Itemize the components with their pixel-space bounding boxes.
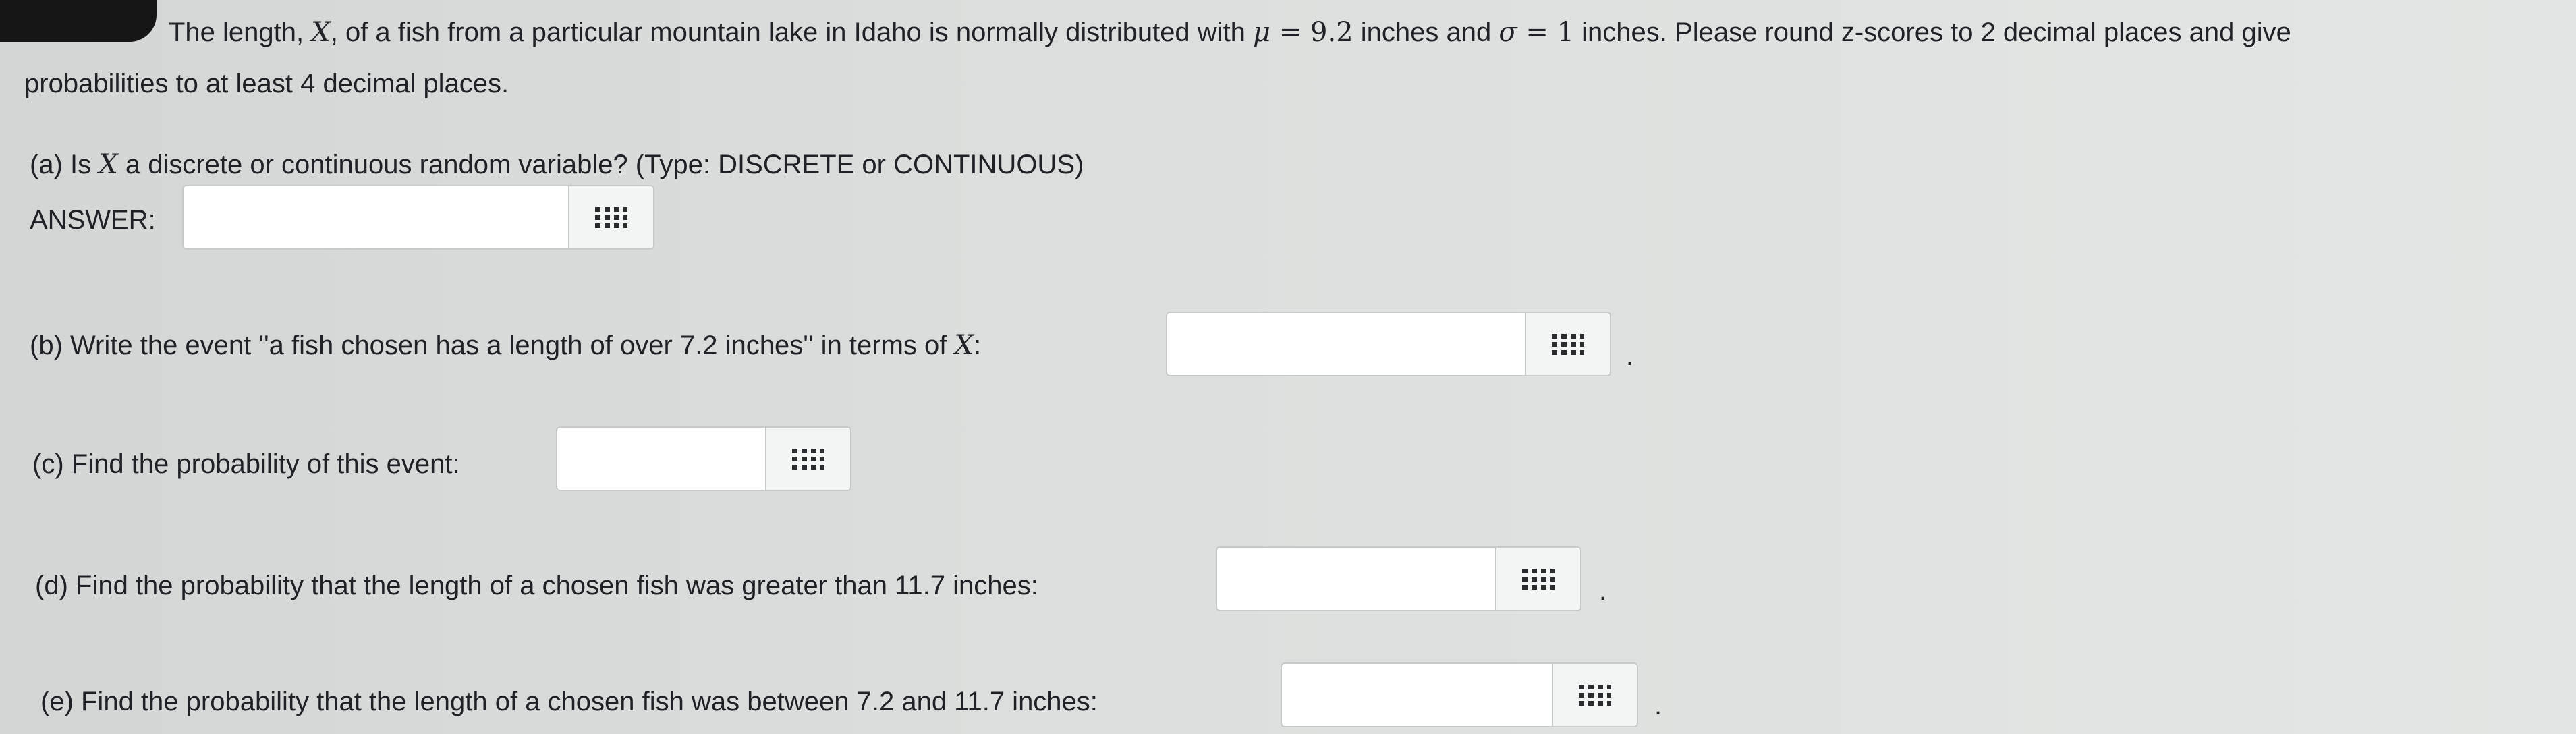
redacted-problem-number: [0, 0, 157, 42]
sigma-symbol: σ: [1499, 17, 1517, 48]
mu-symbol: μ: [1253, 17, 1271, 48]
question-a-text-2: a discrete or continuous random variable…: [117, 150, 1084, 179]
answer-b-input[interactable]: [1167, 313, 1525, 375]
answer-e-keypad-button[interactable]: [1552, 664, 1637, 726]
intro-text-3: inches and: [1353, 18, 1499, 47]
keypad-icon: [1552, 334, 1584, 355]
equals-sign-2: =: [1517, 17, 1557, 48]
equals-sign: =: [1270, 17, 1310, 48]
answer-e-field: [1281, 662, 1638, 727]
answer-d-keypad-button[interactable]: [1495, 548, 1580, 610]
question-d-period: .: [1599, 576, 1607, 606]
question-b-text-2: :: [974, 331, 982, 360]
answer-b-field: [1166, 312, 1611, 376]
answer-c-input[interactable]: [557, 428, 765, 490]
answer-a-input[interactable]: [184, 186, 568, 248]
variable-x: X: [311, 17, 331, 48]
question-a: (a) Is X a discrete or continuous random…: [30, 148, 1084, 181]
answer-d-input[interactable]: [1217, 548, 1495, 610]
question-c: (c) Find the probability of this event:: [32, 449, 460, 479]
question-d: (d) Find the probability that the length…: [35, 571, 1038, 600]
intro-text-1: The length,: [169, 18, 312, 47]
keypad-icon: [595, 207, 627, 228]
answer-c-keypad-button[interactable]: [765, 428, 850, 490]
mu-value: 9.2: [1310, 17, 1353, 48]
question-e: (e) Find the probability that the length…: [40, 687, 1098, 716]
problem-statement-line-2: probabilities to at least 4 decimal plac…: [24, 69, 509, 98]
answer-e-input[interactable]: [1282, 664, 1552, 726]
keypad-icon: [792, 449, 824, 470]
intro-text-4: inches. Please round z-scores to 2 decim…: [1574, 18, 2291, 47]
answer-a-keypad-button[interactable]: [568, 186, 653, 248]
intro-text-2: , of a fish from a particular mountain l…: [330, 18, 1254, 47]
answer-a-field: [182, 185, 654, 250]
answer-d-field: [1216, 546, 1581, 611]
variable-x: X: [99, 149, 118, 180]
keypad-icon: [1522, 569, 1555, 590]
question-a-text-1: (a) Is: [30, 150, 99, 179]
question-b-period: .: [1626, 341, 1634, 371]
problem-statement-line-1: The length, X, of a fish from a particul…: [169, 16, 2291, 49]
keypad-icon: [1579, 685, 1611, 706]
answer-a-label: ANSWER:: [30, 205, 156, 235]
question-b-text-1: (b) Write the event ''a fish chosen has …: [30, 331, 955, 360]
question-b: (b) Write the event ''a fish chosen has …: [30, 329, 981, 362]
variable-x: X: [954, 330, 974, 361]
sigma-value: 1: [1557, 17, 1575, 48]
question-e-period: .: [1654, 691, 1662, 721]
answer-b-keypad-button[interactable]: [1525, 313, 1610, 375]
answer-c-field: [556, 426, 851, 491]
